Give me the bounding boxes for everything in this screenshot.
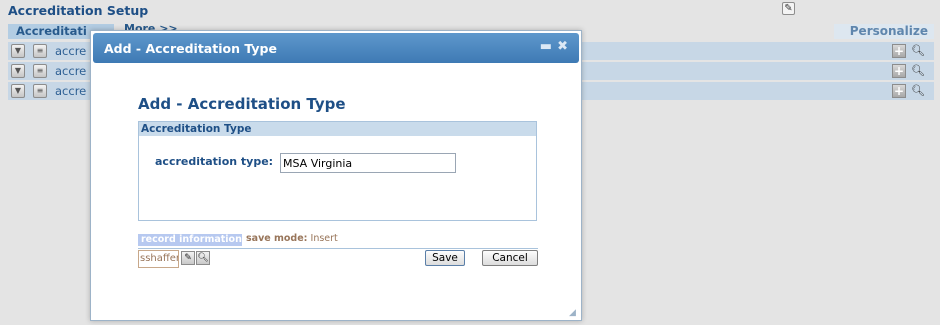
minimize-icon[interactable]: ▬: [540, 39, 552, 54]
row-text[interactable]: accre: [55, 44, 86, 58]
save-button[interactable]: Save: [425, 250, 465, 266]
accreditation-type-label: accreditation type:: [155, 155, 274, 168]
plus-icon[interactable]: +: [892, 44, 906, 58]
save-mode-label: save mode:: [246, 233, 308, 244]
cancel-button[interactable]: Cancel: [482, 250, 538, 266]
row-text[interactable]: accre: [55, 84, 86, 98]
chevron-down-icon[interactable]: ▼: [11, 84, 25, 98]
accreditation-type-panel: Accreditation Type accreditation type:: [138, 121, 537, 221]
dialog-titlebar[interactable]: Add - Accreditation Type ▬ ✖: [93, 33, 579, 63]
close-icon[interactable]: ✖: [557, 39, 568, 54]
document-icon[interactable]: ≡: [33, 44, 47, 58]
user-field: sshaffer: [138, 250, 179, 268]
edit-icon[interactable]: ✎: [782, 2, 795, 15]
resize-grip-icon[interactable]: ◢: [569, 308, 579, 318]
magnifier-icon[interactable]: 🔍︎: [911, 64, 925, 78]
row-text[interactable]: accre: [55, 64, 86, 78]
chevron-down-icon[interactable]: ▼: [11, 64, 25, 78]
document-icon[interactable]: ≡: [33, 84, 47, 98]
plus-icon[interactable]: +: [892, 64, 906, 78]
magnifier-icon[interactable]: 🔍︎: [911, 44, 925, 58]
user-search-icon[interactable]: 🔍︎: [196, 251, 210, 265]
record-information-tab[interactable]: record information: [138, 234, 242, 246]
footer-divider: [138, 248, 538, 249]
page-title: Accreditation Setup: [8, 3, 149, 18]
accreditation-type-input[interactable]: [280, 153, 456, 173]
pencil-icon[interactable]: ✎: [181, 251, 195, 265]
document-icon[interactable]: ≡: [33, 64, 47, 78]
personalize-link[interactable]: Personalize: [834, 24, 934, 39]
save-mode: save mode: Insert: [246, 233, 338, 244]
chevron-down-icon[interactable]: ▼: [11, 44, 25, 58]
panel-header: Accreditation Type: [139, 122, 536, 136]
add-accreditation-dialog: Add - Accreditation Type ▬ ✖ Add - Accre…: [90, 30, 582, 321]
form-heading: Add - Accreditation Type: [138, 95, 346, 113]
magnifier-icon[interactable]: 🔍︎: [911, 84, 925, 98]
save-mode-value: Insert: [310, 233, 338, 244]
dialog-title: Add - Accreditation Type: [104, 41, 277, 56]
plus-icon[interactable]: +: [892, 84, 906, 98]
